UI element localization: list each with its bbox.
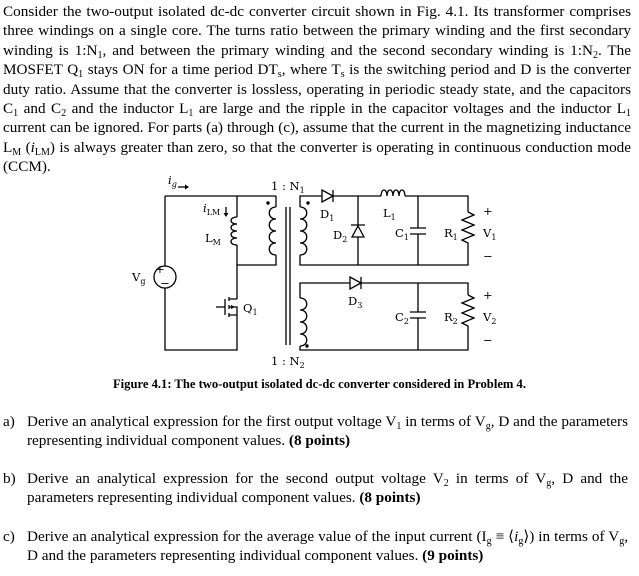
label-ratio-n2: 1 : N2 <box>271 354 305 368</box>
circuit-diagram: + − ig iLM LM Vg Q1 1 : N1 1 : N2 D1 D2 … <box>131 173 496 368</box>
label-c1: C1 <box>395 226 409 242</box>
diode-d2 <box>350 196 366 265</box>
label-r1: R1 <box>444 226 458 242</box>
label-vg: Vg <box>131 270 145 286</box>
primary-winding <box>268 206 277 256</box>
inductor-lm <box>230 216 238 246</box>
dot-primary <box>266 201 270 205</box>
transformer-core <box>285 207 291 345</box>
question-label: a) <box>3 413 15 430</box>
points: (8 points) <box>288 432 351 450</box>
capacitor-c1 <box>410 196 426 265</box>
problem-statement: Consider the two-output isolated dc-dc c… <box>3 3 631 176</box>
label-lm: LM <box>205 231 221 247</box>
capacitor-c2 <box>410 283 426 350</box>
question-b: b) Derive an analytical expression for t… <box>3 470 628 507</box>
label-l1: L1 <box>383 206 396 222</box>
label-v1: V1 <box>482 226 496 242</box>
diode-d3 <box>349 275 363 291</box>
resistor-r1 <box>460 211 476 252</box>
secondary2-winding <box>299 297 308 347</box>
label-v2: V2 <box>482 310 496 326</box>
label-q1: Q1 <box>243 301 258 317</box>
label-ratio-n1: 1 : N1 <box>271 179 305 195</box>
diode-d1 <box>321 188 335 204</box>
source-plus: + <box>155 262 165 276</box>
v2-minus: − <box>483 333 493 347</box>
wire-sec2 <box>299 282 469 351</box>
label-d1: D1 <box>320 207 334 223</box>
question-label: c) <box>3 528 15 545</box>
v1-plus: + <box>483 204 493 218</box>
points: (8 points) <box>359 489 421 507</box>
v1-minus: − <box>483 249 493 263</box>
source-minus: − <box>160 276 170 290</box>
points: (9 points) <box>422 547 484 565</box>
label-d2: D2 <box>333 228 347 244</box>
question-label: b) <box>3 470 16 487</box>
dot-sec2 <box>305 344 309 348</box>
v2-plus: + <box>483 288 493 302</box>
figure-caption: Figure 4.1: The two-output isolated dc-d… <box>112 377 526 391</box>
question-a: a) Derive an analytical expression for t… <box>3 413 628 450</box>
resistor-r2 <box>460 294 476 333</box>
secondary1-winding <box>299 206 308 256</box>
label-ilm: iLM <box>203 201 220 217</box>
dot-sec1 <box>306 201 310 205</box>
inductor-l1 <box>380 189 406 197</box>
mosfet-q1 <box>216 296 238 320</box>
label-r2: R2 <box>444 310 458 326</box>
question-c: c) Derive an analytical expression for t… <box>3 528 628 565</box>
label-c2: C2 <box>395 310 409 326</box>
label-d3: D3 <box>348 294 362 310</box>
label-ig: ig <box>168 173 177 189</box>
